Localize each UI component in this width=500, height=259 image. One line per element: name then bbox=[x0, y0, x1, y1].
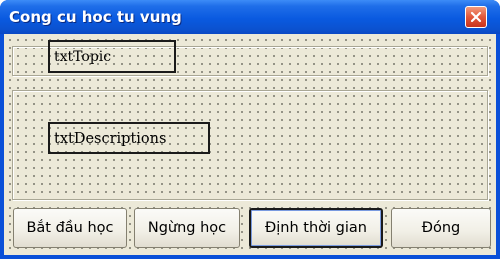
close-window-button[interactable] bbox=[465, 6, 487, 28]
close-button[interactable]: Đóng bbox=[391, 208, 491, 248]
start-learning-button[interactable]: Bắt đầu học bbox=[13, 208, 127, 248]
topic-textbox[interactable]: txtTopic bbox=[48, 40, 176, 73]
window-title: Cong cu hoc tu vung bbox=[9, 8, 182, 26]
app-window: Cong cu hoc tu vung txtTopic txtDescript… bbox=[0, 0, 500, 259]
set-timer-button[interactable]: Định thời gian bbox=[249, 208, 383, 248]
title-bar[interactable]: Cong cu hoc tu vung bbox=[0, 0, 500, 34]
stop-learning-button[interactable]: Ngừng học bbox=[134, 208, 240, 248]
description-textbox[interactable]: txtDescriptions bbox=[48, 122, 210, 154]
form-area: txtTopic txtDescriptions Bắt đầu học Ngừ… bbox=[4, 34, 496, 255]
close-icon bbox=[470, 11, 482, 23]
